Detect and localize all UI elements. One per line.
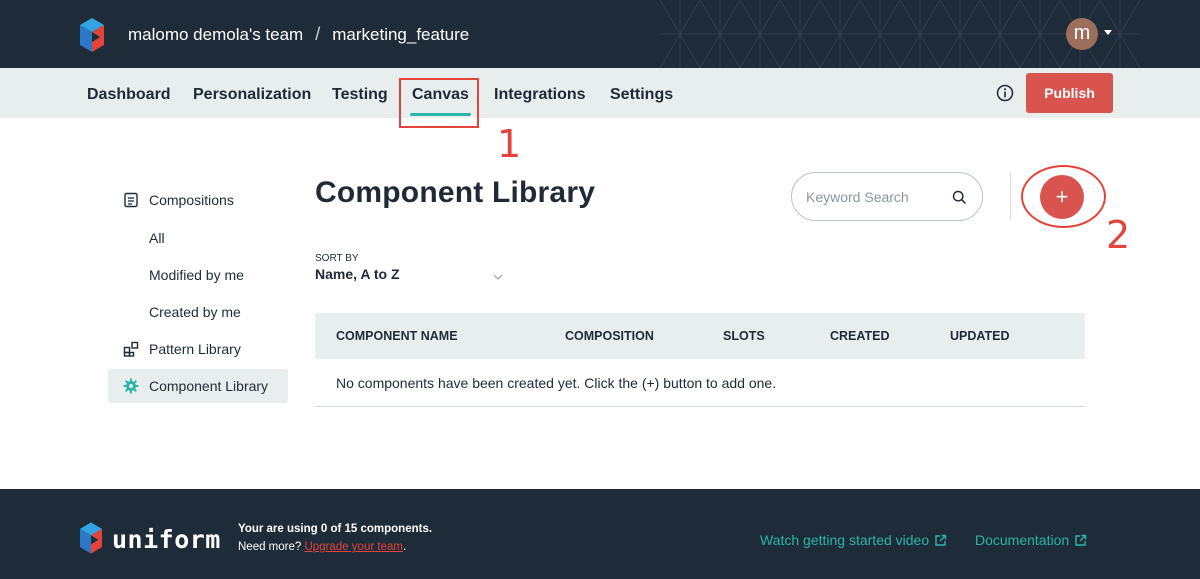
project-name-link[interactable]: marketing_feature bbox=[332, 25, 469, 45]
tab-integrations[interactable]: Integrations bbox=[494, 86, 586, 104]
chevron-down-icon[interactable] bbox=[1104, 30, 1112, 35]
app-root: malomo demola's team / marketing_feature… bbox=[0, 0, 1200, 579]
watch-video-link[interactable]: Watch getting started video bbox=[760, 532, 947, 548]
page-title: Component Library bbox=[315, 176, 596, 209]
info-icon[interactable] bbox=[996, 84, 1014, 102]
upgrade-period: . bbox=[402, 541, 407, 553]
sidebar-item-modified-by-me[interactable]: Modified by me bbox=[149, 267, 244, 283]
search-icon[interactable] bbox=[952, 190, 967, 205]
gear-icon bbox=[123, 378, 139, 394]
table-empty-row: No components have been created yet. Cli… bbox=[315, 359, 1085, 407]
watch-video-label: Watch getting started video bbox=[760, 532, 930, 548]
sort-label: SORT BY bbox=[315, 253, 359, 264]
annotation-number-1: 1 bbox=[497, 122, 522, 166]
sidebar-item-all[interactable]: All bbox=[149, 230, 165, 246]
annotation-number-2: 2 bbox=[1106, 213, 1131, 257]
sort-select[interactable]: Name, A to Z bbox=[315, 266, 507, 288]
top-bar: malomo demola's team / marketing_feature… bbox=[0, 0, 1200, 68]
document-icon bbox=[124, 192, 138, 208]
sidebar-item-compositions[interactable]: Compositions bbox=[149, 192, 234, 208]
external-link-icon bbox=[1075, 534, 1087, 546]
publish-button[interactable]: Publish bbox=[1026, 73, 1113, 113]
chevron-down-icon[interactable] bbox=[492, 271, 504, 283]
uniform-logo-icon[interactable] bbox=[80, 18, 104, 52]
avatar[interactable]: m bbox=[1066, 18, 1098, 50]
tab-settings[interactable]: Settings bbox=[610, 86, 673, 104]
tab-personalization[interactable]: Personalization bbox=[193, 86, 311, 104]
grid-icon bbox=[123, 341, 139, 357]
breadcrumb-separator: / bbox=[315, 24, 321, 44]
footer-brand: uniform bbox=[112, 525, 221, 554]
footer: uniform Your are using 0 of 15 component… bbox=[0, 489, 1200, 579]
sidebar-item-pattern-library[interactable]: Pattern Library bbox=[149, 341, 241, 357]
upgrade-team-link[interactable]: Upgrade your team bbox=[305, 541, 403, 553]
column-header-component-name[interactable]: COMPONENT NAME bbox=[336, 329, 458, 343]
documentation-link[interactable]: Documentation bbox=[975, 532, 1087, 548]
usage-text: Your are using 0 of 15 components. bbox=[238, 523, 433, 535]
column-header-slots[interactable]: SLOTS bbox=[723, 329, 765, 343]
sort-value: Name, A to Z bbox=[315, 266, 400, 282]
column-header-composition[interactable]: COMPOSITION bbox=[565, 329, 654, 343]
breadcrumb: malomo demola's team / marketing_feature bbox=[128, 24, 469, 45]
external-link-icon bbox=[935, 534, 947, 546]
empty-state-message: No components have been created yet. Cli… bbox=[336, 375, 777, 391]
documentation-label: Documentation bbox=[975, 532, 1070, 548]
search-box bbox=[791, 172, 983, 221]
upgrade-note: Need more? Upgrade your team. bbox=[238, 541, 406, 553]
column-header-created[interactable]: CREATED bbox=[830, 329, 890, 343]
header-divider bbox=[1010, 172, 1011, 220]
column-header-updated[interactable]: UPDATED bbox=[950, 329, 1010, 343]
sidebar-item-component-library[interactable]: Component Library bbox=[149, 378, 268, 394]
main-nav bbox=[0, 68, 1200, 118]
uniform-logo-icon bbox=[80, 522, 102, 554]
team-name-link[interactable]: malomo demola's team bbox=[128, 25, 303, 45]
annotation-circle-add bbox=[1021, 165, 1106, 228]
annotation-box-canvas bbox=[399, 78, 479, 128]
tab-testing[interactable]: Testing bbox=[332, 86, 388, 104]
sidebar-item-created-by-me[interactable]: Created by me bbox=[149, 304, 241, 320]
table-header: COMPONENT NAME COMPOSITION SLOTS CREATED… bbox=[315, 313, 1085, 359]
tab-dashboard[interactable]: Dashboard bbox=[87, 86, 171, 104]
search-input[interactable] bbox=[806, 187, 946, 207]
need-more-text: Need more? bbox=[238, 541, 302, 553]
